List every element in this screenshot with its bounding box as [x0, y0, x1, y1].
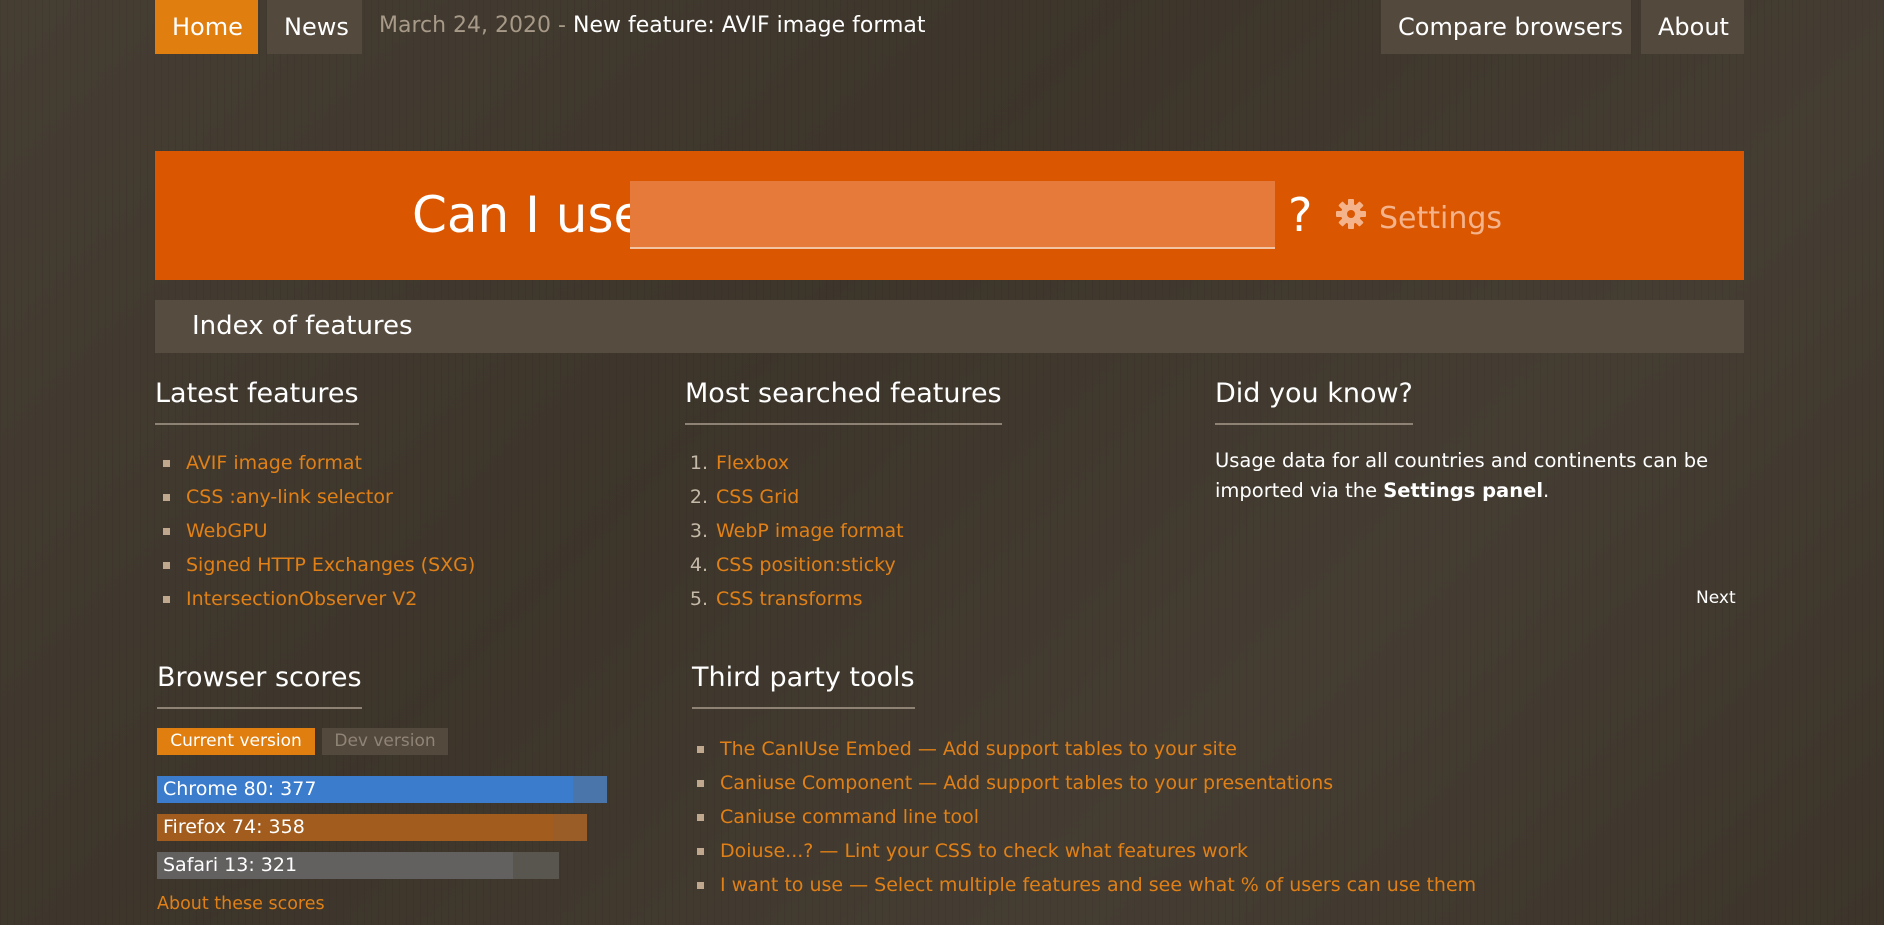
score-label: Safari 13: 321 [163, 854, 298, 876]
latest-features-heading: Latest features [155, 375, 359, 425]
index-of-features-label: Index of features [192, 311, 413, 341]
top-navigation: Home News March 24, 2020 - New feature: … [155, 0, 1744, 54]
rank-number: 4. [689, 554, 708, 576]
browser-scores-heading: Browser scores [157, 659, 362, 709]
score-bar: Chrome 80: 377 [157, 776, 607, 803]
third-party-tools-list: The CanIUse Embed — Add support tables t… [693, 732, 1476, 902]
tab-dev-version[interactable]: Dev version [322, 728, 448, 755]
most-searched-item[interactable]: 5. CSS transforms [676, 582, 904, 616]
news-date: March 24, 2020 [379, 13, 552, 38]
third-party-tool-item[interactable]: Doiuse...? — Lint your CSS to check what… [693, 834, 1476, 868]
latest-feature-item[interactable]: CSS :any-link selector [159, 480, 475, 514]
score-label: Firefox 74: 358 [163, 816, 305, 838]
settings-label: Settings [1379, 200, 1503, 236]
bullet-square-icon [697, 814, 704, 821]
news-ticker: March 24, 2020 - New feature: AVIF image… [379, 0, 926, 52]
did-you-know-text: Usage data for all countries and contine… [1215, 446, 1735, 506]
rank-number: 3. [689, 520, 708, 542]
score-label: Chrome 80: 377 [163, 778, 317, 800]
search-label: Can I use [412, 186, 645, 244]
latest-feature-item[interactable]: IntersectionObserver V2 [159, 582, 475, 616]
about-scores-link[interactable]: About these scores [157, 894, 325, 914]
score-bar: Firefox 74: 358 [157, 814, 587, 841]
rank-number: 1. [689, 452, 708, 474]
rank-number: 2. [689, 486, 708, 508]
bullet-square-icon [697, 882, 704, 889]
latest-feature-link[interactable]: CSS :any-link selector [186, 486, 393, 508]
most-searched-link[interactable]: CSS transforms [716, 588, 862, 610]
bullet-square-icon [163, 596, 170, 603]
bullet-square-icon [163, 528, 170, 535]
search-question-mark: ? [1288, 188, 1313, 242]
bullet-square-icon [697, 780, 704, 787]
did-you-know-next-link[interactable]: Next [1696, 588, 1736, 608]
nav-home-button[interactable]: Home [155, 0, 258, 54]
latest-feature-item[interactable]: WebGPU [159, 514, 475, 548]
latest-feature-link[interactable]: Signed HTTP Exchanges (SXG) [186, 554, 475, 576]
latest-feature-link[interactable]: IntersectionObserver V2 [186, 588, 417, 610]
tab-current-version[interactable]: Current version [157, 728, 315, 755]
latest-features-list: AVIF image format CSS :any-link selector W… [159, 446, 475, 616]
third-party-tools-heading: Third party tools [692, 659, 915, 709]
third-party-tool-item[interactable]: The CanIUse Embed — Add support tables t… [693, 732, 1476, 766]
most-searched-link[interactable]: Flexbox [716, 452, 789, 474]
bullet-square-icon [163, 460, 170, 467]
third-party-tool-item[interactable]: Caniuse command line tool [693, 800, 1476, 834]
news-separator: - [558, 13, 566, 38]
third-party-tool-item[interactable]: Caniuse Component — Add support tables t… [693, 766, 1476, 800]
did-you-know-heading: Did you know? [1215, 375, 1413, 425]
most-searched-heading: Most searched features [685, 375, 1002, 425]
latest-feature-link[interactable]: WebGPU [186, 520, 268, 542]
settings-panel-text: Settings panel [1383, 479, 1544, 502]
gear-icon [1335, 198, 1367, 238]
did-you-know-text-end: . [1543, 479, 1550, 502]
most-searched-item[interactable]: 2. CSS Grid [676, 480, 904, 514]
latest-feature-item[interactable]: AVIF image format [159, 446, 475, 480]
third-party-tool-link[interactable]: Doiuse...? — Lint your CSS to check what… [720, 840, 1248, 862]
feature-search-input[interactable] [630, 181, 1275, 249]
third-party-tool-link[interactable]: Caniuse Component — Add support tables t… [720, 772, 1333, 794]
bullet-square-icon [697, 848, 704, 855]
third-party-tool-link[interactable]: Caniuse command line tool [720, 806, 979, 828]
index-of-features-bar[interactable]: Index of features [155, 300, 1744, 353]
bullet-square-icon [697, 746, 704, 753]
most-searched-link[interactable]: WebP image format [716, 520, 904, 542]
most-searched-link[interactable]: CSS position:sticky [716, 554, 896, 576]
most-searched-item[interactable]: 1. Flexbox [676, 446, 904, 480]
news-headline-link[interactable]: New feature: AVIF image format [573, 13, 926, 38]
third-party-tool-link[interactable]: I want to use — Select multiple features… [720, 874, 1476, 896]
most-searched-list: 1. Flexbox 2. CSS Grid 3. WebP image format 4.… [676, 446, 904, 616]
most-searched-item[interactable]: 4. CSS position:sticky [676, 548, 904, 582]
nav-about-button[interactable]: About [1641, 0, 1744, 54]
settings-button[interactable]: Settings [1335, 198, 1502, 238]
most-searched-item[interactable]: 3. WebP image format [676, 514, 904, 548]
bullet-square-icon [163, 562, 170, 569]
third-party-tool-item[interactable]: I want to use — Select multiple features… [693, 868, 1476, 902]
search-banner: Can I use ? Settings [155, 151, 1744, 280]
latest-feature-link[interactable]: AVIF image format [186, 452, 362, 474]
most-searched-link[interactable]: CSS Grid [716, 486, 799, 508]
bullet-square-icon [163, 494, 170, 501]
nav-news-button[interactable]: News [267, 0, 362, 54]
latest-feature-item[interactable]: Signed HTTP Exchanges (SXG) [159, 548, 475, 582]
nav-compare-browsers-button[interactable]: Compare browsers [1381, 0, 1631, 54]
score-bar: Safari 13: 321 [157, 852, 559, 879]
rank-number: 5. [689, 588, 708, 610]
third-party-tool-link[interactable]: The CanIUse Embed — Add support tables t… [720, 738, 1237, 760]
